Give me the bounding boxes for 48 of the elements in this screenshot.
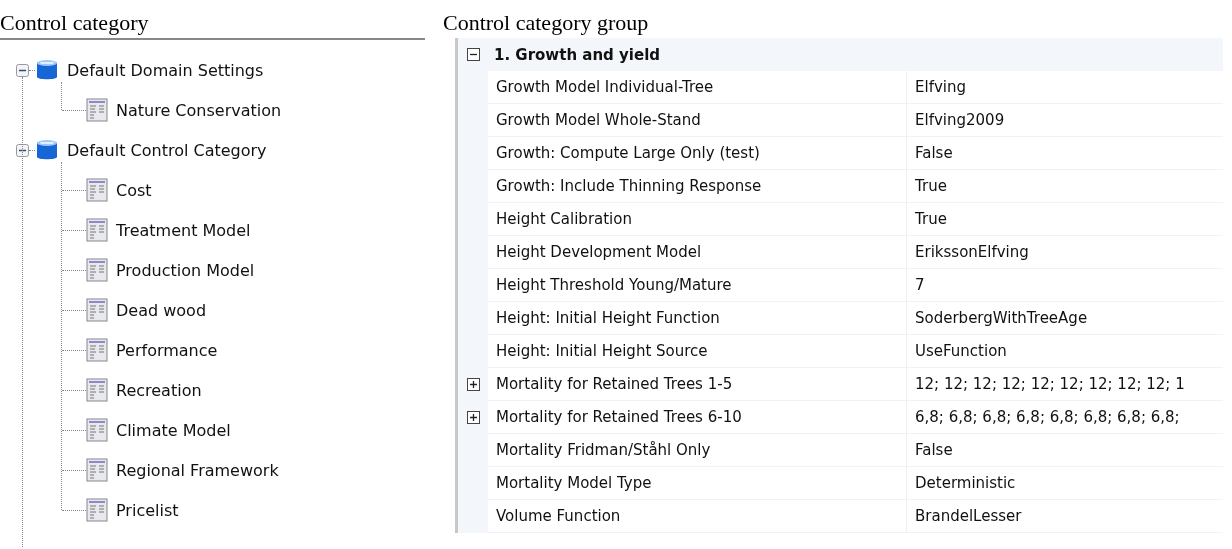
collapse-icon[interactable] bbox=[16, 63, 29, 77]
panel-title: Control category group bbox=[443, 9, 649, 37]
property-value[interactable]: False bbox=[907, 434, 1223, 467]
tree-item[interactable]: Production Model bbox=[116, 260, 255, 280]
property-name: Height: Initial Height Function bbox=[488, 302, 907, 335]
tree-item[interactable]: Climate Model bbox=[116, 420, 231, 440]
tree-item[interactable]: Pricelist bbox=[116, 500, 179, 520]
property-name: Growth Model Whole-Stand bbox=[488, 104, 907, 137]
property-name: Growth Model Individual-Tree bbox=[488, 71, 907, 104]
property-value[interactable]: True bbox=[907, 170, 1223, 203]
property-name: Mortality Model Type bbox=[488, 467, 907, 500]
property-value[interactable]: ErikssonElfving bbox=[907, 236, 1223, 269]
property-name: Height: Initial Height Source bbox=[488, 335, 907, 368]
property-value[interactable]: 6,8; 6,8; 6,8; 6,8; 6,8; 6,8; 6,8; 6,8; bbox=[907, 401, 1223, 434]
tree-item[interactable]: Nature Conservation bbox=[116, 100, 282, 120]
property-value[interactable]: False bbox=[907, 137, 1223, 170]
tree-item[interactable]: Performance bbox=[116, 340, 218, 360]
tree-item[interactable]: Recreation bbox=[116, 380, 202, 400]
database-icon bbox=[35, 138, 59, 162]
property-value[interactable]: 7 bbox=[907, 269, 1223, 302]
property-name: Mortality for Retained Trees 1-5 bbox=[488, 368, 907, 401]
tree-item[interactable]: Default Control Category bbox=[67, 140, 267, 160]
property-name: Height Threshold Young/Mature bbox=[488, 269, 907, 302]
property-value[interactable]: Elfving2009 bbox=[907, 104, 1223, 137]
tree-item[interactable]: Regional Framework bbox=[116, 460, 279, 480]
panel-title: Control category bbox=[0, 0, 425, 40]
property-name: Height Development Model bbox=[488, 236, 907, 269]
tree-item[interactable]: Dead wood bbox=[116, 300, 207, 320]
property-value[interactable]: Elfving bbox=[907, 71, 1223, 104]
expand-icon[interactable] bbox=[466, 378, 480, 391]
property-value[interactable]: BrandelLesser bbox=[907, 500, 1223, 533]
property-value[interactable]: 12; 12; 12; 12; 12; 12; 12; 12; 12; 1 bbox=[907, 368, 1223, 401]
tree-item[interactable]: Default Domain Settings bbox=[67, 60, 264, 80]
property-name: Mortality Fridman/Ståhl Only bbox=[488, 434, 907, 467]
property-name: Height Calibration bbox=[488, 203, 907, 236]
collapse-icon[interactable] bbox=[466, 48, 480, 61]
property-value[interactable]: SoderbergWithTreeAge bbox=[907, 302, 1223, 335]
property-name: Volume Function bbox=[488, 500, 907, 533]
tree-item[interactable]: Cost bbox=[116, 180, 152, 200]
database-icon bbox=[35, 58, 59, 82]
property-name: Growth: Compute Large Only (test) bbox=[488, 137, 907, 170]
expand-icon[interactable] bbox=[466, 411, 480, 424]
tree-item[interactable]: Treatment Model bbox=[116, 220, 251, 240]
property-name: Growth: Include Thinning Response bbox=[488, 170, 907, 203]
property-value[interactable]: True bbox=[907, 203, 1223, 236]
property-name: Mortality for Retained Trees 6-10 bbox=[488, 401, 907, 434]
property-value[interactable]: Deterministic bbox=[907, 467, 1223, 500]
property-value[interactable]: UseFunction bbox=[907, 335, 1223, 368]
